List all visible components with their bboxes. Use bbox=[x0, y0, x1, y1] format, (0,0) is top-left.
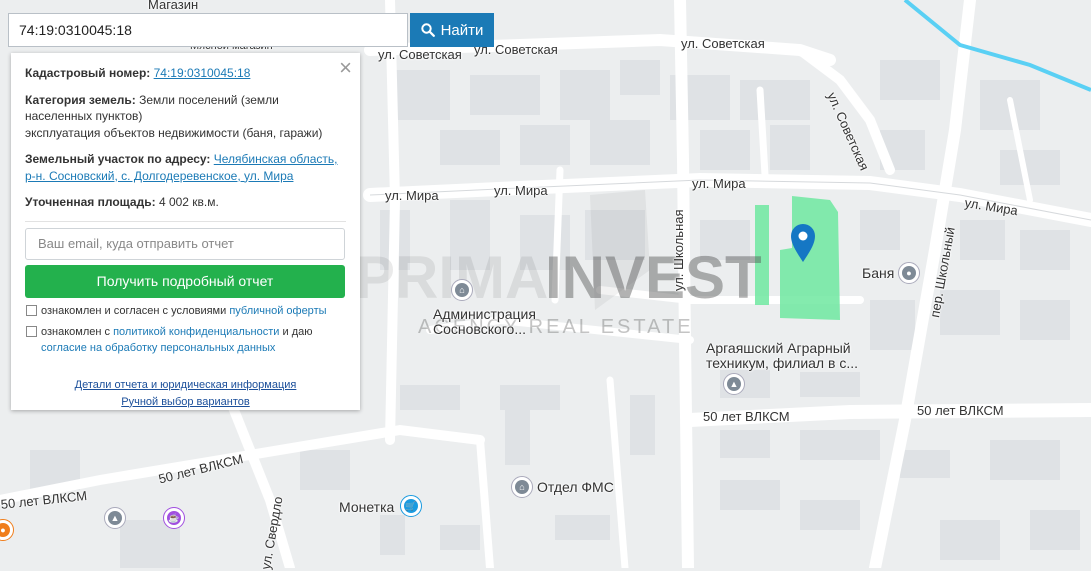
category-label: Категория земель: bbox=[25, 92, 136, 107]
report-details-link[interactable]: Детали отчета и юридическая информация bbox=[75, 379, 297, 391]
divider bbox=[25, 220, 346, 222]
address-link[interactable]: р-н. Сосновский, с. Долгодеревенское, ул… bbox=[25, 169, 293, 183]
checkbox[interactable] bbox=[26, 325, 37, 337]
school-icon[interactable]: ▲ bbox=[723, 373, 745, 395]
poi-label-admin[interactable]: Администрация bbox=[433, 306, 536, 322]
watermark-invest: INVEST bbox=[545, 244, 762, 311]
poi-label-magazin[interactable]: Магазин bbox=[148, 0, 198, 12]
poi-label-banya[interactable]: Баня bbox=[862, 265, 894, 281]
data-processing-consent-link[interactable]: согласие на обработку персональных данны… bbox=[41, 342, 275, 354]
consent-text-2: ознакомлен с bbox=[41, 325, 111, 338]
area-label: Уточненная площадь: bbox=[25, 195, 156, 209]
street-label-sovetskaya: ул. Советская bbox=[681, 36, 765, 51]
category-usage: эксплуатация объектов недвижимости (баня… bbox=[25, 125, 323, 140]
consent-text-1: ознакомлен и согласен с условиями bbox=[41, 304, 227, 317]
consent-text: ознакомлен и согласен с условиями публич… bbox=[41, 303, 327, 319]
manual-selection-link[interactable]: Ручной выбор вариантов bbox=[121, 396, 249, 408]
search-icon bbox=[420, 23, 435, 37]
consent-text-3: и даю bbox=[282, 325, 313, 338]
address-label: Земельный участок по адресу: bbox=[25, 152, 211, 166]
government-icon[interactable]: ⌂ bbox=[451, 279, 473, 301]
poi-label-technikum[interactable]: Аргаяшский Аграрный bbox=[706, 340, 851, 356]
report-details-link-wrap: Детали отчета и юридическая информация bbox=[25, 378, 346, 393]
poi-label-moneta[interactable]: Монетка bbox=[339, 499, 394, 515]
consent-text: ознакомлен с политикой конфиденциальност… bbox=[41, 324, 313, 356]
search-button[interactable]: Найти bbox=[410, 13, 494, 47]
shop-icon[interactable]: 🛒 bbox=[400, 495, 422, 517]
checkbox[interactable] bbox=[26, 304, 37, 316]
land-parcel[interactable] bbox=[755, 196, 840, 320]
government-icon[interactable]: ⌂ bbox=[511, 476, 533, 498]
email-field[interactable] bbox=[25, 227, 345, 260]
cafe-icon[interactable]: ☕ bbox=[163, 507, 185, 529]
category-row: Категория земель: Земли поселений (земли… bbox=[25, 92, 346, 142]
poi-label-technikum[interactable]: техникум, филиал в с... bbox=[706, 355, 858, 371]
cadastral-search-input[interactable] bbox=[8, 13, 408, 47]
poi-label-admin[interactable]: Сосновского... bbox=[433, 321, 526, 337]
street-label-vlksm: 50 лет ВЛКСМ bbox=[703, 409, 790, 424]
offer-consent-checkbox[interactable]: ознакомлен и согласен с условиями публич… bbox=[25, 303, 346, 319]
street-label-shkolnaya: ул. Школьная bbox=[671, 209, 686, 291]
watermark-prima: PRIMA bbox=[355, 244, 548, 311]
area-value: 4 002 кв.м. bbox=[158, 195, 219, 209]
search-button-label: Найти bbox=[440, 21, 484, 39]
address-link[interactable]: Челябинская область, bbox=[214, 152, 338, 166]
get-report-button[interactable]: Получить подробный отчет bbox=[25, 264, 345, 298]
cadastral-number-link[interactable]: 74:19:0310045:18 bbox=[154, 66, 251, 80]
address-row: Земельный участок по адресу: Челябинская… bbox=[25, 151, 346, 184]
street-label-vlksm: 50 лет ВЛКСМ bbox=[917, 403, 1004, 418]
street-label-mira: ул. Мира bbox=[385, 188, 439, 203]
parcel-info-panel: × Кадастровый номер: 74:19:0310045:18 Ка… bbox=[11, 53, 360, 410]
school-icon[interactable]: ▲ bbox=[104, 507, 126, 529]
category-value: населенных пунктов) bbox=[25, 109, 143, 123]
area-row: Уточненная площадь: 4 002 кв.м. bbox=[25, 194, 346, 211]
street-label-mira: ул. Мира bbox=[494, 183, 548, 198]
cadastral-row: Кадастровый номер: 74:19:0310045:18 bbox=[25, 65, 346, 82]
privacy-consent-checkbox[interactable]: ознакомлен с политикой конфиденциальност… bbox=[25, 324, 346, 356]
place-icon[interactable]: ● bbox=[898, 262, 920, 284]
close-icon[interactable]: × bbox=[339, 57, 352, 79]
privacy-policy-link[interactable]: политикой конфиденциальности bbox=[113, 326, 279, 338]
street-label-mira: ул. Мира bbox=[692, 176, 746, 191]
manual-selection-link-wrap: Ручной выбор вариантов bbox=[25, 395, 346, 410]
poi-label-fms[interactable]: Отдел ФМС bbox=[537, 479, 614, 495]
public-offer-link[interactable]: публичной оферты bbox=[229, 305, 326, 317]
street-label-sovetskaya: ул. Советская bbox=[378, 47, 462, 62]
cadastral-label: Кадастровый номер: bbox=[25, 66, 151, 80]
category-value: Земли поселений (земли bbox=[139, 92, 279, 107]
